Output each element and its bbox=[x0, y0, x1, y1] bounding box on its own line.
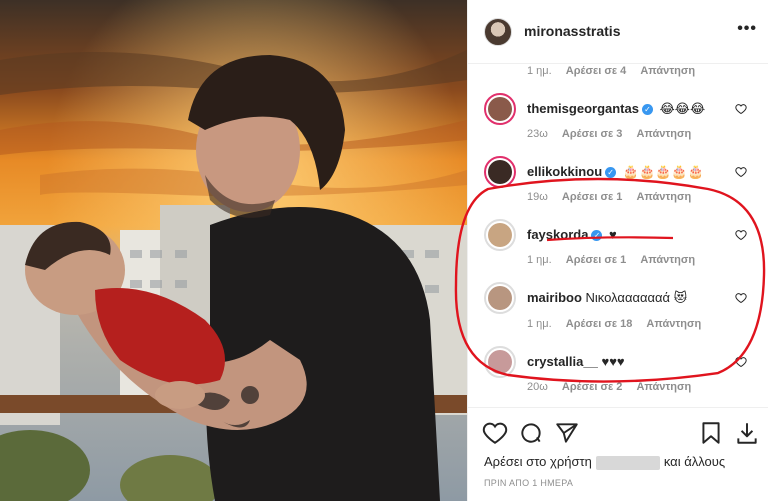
comment-time: 1 ημ. bbox=[527, 254, 552, 266]
send-icon[interactable] bbox=[554, 420, 580, 446]
comment-likes[interactable]: Αρέσει σε 1 bbox=[566, 254, 627, 266]
comments-panel: mironasstratis ••• 1 ημ. Αρέσει σε 4 Απά… bbox=[467, 0, 768, 501]
ellipsis-icon[interactable]: ••• bbox=[737, 20, 757, 38]
comment-item: mairiboo Νικολααααααά 😻 bbox=[468, 282, 768, 342]
comment-time: 23ω bbox=[527, 128, 548, 140]
comment-likes[interactable]: Αρέσει σε 2 bbox=[562, 381, 623, 393]
commenter-username[interactable]: crystallia__ bbox=[527, 354, 598, 369]
post-timestamp: ΠΡΙΝ ΑΠΟ 1 ΗΜΕΡΑ bbox=[484, 478, 574, 488]
reply-button[interactable]: Απάντηση bbox=[636, 128, 691, 140]
reply-button[interactable]: Απάντηση bbox=[646, 318, 701, 330]
comment-likes[interactable]: Αρέσει σε 3 bbox=[562, 128, 623, 140]
comment-meta: 23ω Αρέσει σε 3 Απάντηση bbox=[527, 128, 702, 140]
photo-illustration bbox=[0, 0, 467, 501]
verified-icon: ✓ bbox=[605, 167, 617, 179]
comment-meta: 1 ημ. Αρέσει σε 1 Απάντηση bbox=[527, 254, 706, 266]
heart-icon[interactable] bbox=[735, 292, 747, 304]
author-username[interactable]: mironasstratis bbox=[524, 23, 620, 39]
comment-item: crystallia__ ♥♥♥ bbox=[468, 346, 768, 406]
comment-item: ellikokkinou ✓ 🎂🎂🎂🎂🎂 bbox=[468, 156, 768, 216]
commenter-avatar[interactable] bbox=[484, 219, 516, 251]
previous-comment-meta: 1 ημ. Αρέσει σε 4 Απάντηση bbox=[527, 65, 706, 77]
comment-meta: 1 ημ. Αρέσει σε 18 Απάντηση bbox=[527, 318, 712, 330]
heart-icon[interactable] bbox=[735, 166, 747, 178]
heart-icon[interactable] bbox=[482, 420, 508, 446]
commenter-avatar[interactable] bbox=[484, 93, 516, 125]
comment-likes[interactable]: Αρέσει σε 1 bbox=[562, 191, 623, 203]
comment-likes[interactable]: Αρέσει σε 4 bbox=[566, 65, 627, 77]
commenter-username[interactable]: themisgeorgantas bbox=[527, 101, 639, 116]
likes-prefix: Αρέσει στο χρήστη bbox=[484, 454, 592, 469]
bookmark-icon[interactable] bbox=[698, 420, 724, 446]
verified-icon: ✓ bbox=[591, 230, 603, 242]
comment-icon[interactable] bbox=[518, 420, 544, 446]
heart-icon[interactable] bbox=[735, 356, 747, 368]
post-photo[interactable] bbox=[0, 0, 467, 501]
likes-summary[interactable]: Αρέσει στο χρήστη και άλλους bbox=[484, 454, 725, 470]
comment-time: 1 ημ. bbox=[527, 65, 552, 77]
reply-button[interactable]: Απάντηση bbox=[636, 191, 691, 203]
post-actions: Αρέσει στο χρήστη και άλλους ΠΡΙΝ ΑΠΟ 1 Η… bbox=[468, 407, 768, 501]
comment-item: themisgeorgantas ✓ 😂😂😂 bbox=[468, 93, 768, 153]
likes-suffix: και άλλους bbox=[663, 454, 726, 469]
reply-button[interactable]: Απάντηση bbox=[640, 65, 695, 77]
comment-time: 19ω bbox=[527, 191, 548, 203]
commenter-avatar[interactable] bbox=[484, 346, 516, 378]
author-avatar[interactable] bbox=[484, 18, 512, 46]
commenter-username[interactable]: fayskorda bbox=[527, 227, 588, 242]
comment-line: crystallia__ ♥♥♥ bbox=[527, 354, 625, 369]
reply-button[interactable]: Απάντηση bbox=[640, 254, 695, 266]
comment-line: themisgeorgantas ✓ 😂😂😂 bbox=[527, 101, 705, 117]
commenter-username[interactable]: ellikokkinou bbox=[527, 164, 602, 179]
comment-time: 20ω bbox=[527, 381, 548, 393]
comment-likes[interactable]: Αρέσει σε 18 bbox=[566, 318, 633, 330]
comment-meta: 20ω Αρέσει σε 2 Απάντηση bbox=[527, 381, 702, 393]
comment-text: 🎂🎂🎂🎂🎂 bbox=[622, 164, 704, 179]
comment-text: Νικολααααααά 😻 bbox=[585, 290, 688, 305]
post-header: mironasstratis ••• bbox=[468, 0, 768, 64]
comment-text: ♥ bbox=[609, 227, 617, 242]
comment-line: ellikokkinou ✓ 🎂🎂🎂🎂🎂 bbox=[527, 164, 704, 180]
comment-time: 1 ημ. bbox=[527, 318, 552, 330]
verified-icon: ✓ bbox=[641, 104, 653, 116]
comment-meta: 19ω Αρέσει σε 1 Απάντηση bbox=[527, 191, 702, 203]
comment-item: fayskorda ✓ ♥ bbox=[468, 219, 768, 279]
commenter-username[interactable]: mairiboo bbox=[527, 290, 582, 305]
download-icon[interactable] bbox=[734, 420, 760, 446]
commenter-avatar[interactable] bbox=[484, 282, 516, 314]
commenter-avatar[interactable] bbox=[484, 156, 516, 188]
heart-icon[interactable] bbox=[735, 103, 747, 115]
heart-icon[interactable] bbox=[735, 229, 747, 241]
comment-line: mairiboo Νικολααααααά 😻 bbox=[527, 290, 687, 306]
comment-line: fayskorda ✓ ♥ bbox=[527, 227, 617, 242]
comment-text: 😂😂😂 bbox=[659, 101, 706, 116]
comment-text: ♥♥♥ bbox=[601, 354, 625, 369]
redacted-username bbox=[595, 455, 660, 470]
reply-button[interactable]: Απάντηση bbox=[636, 381, 691, 393]
